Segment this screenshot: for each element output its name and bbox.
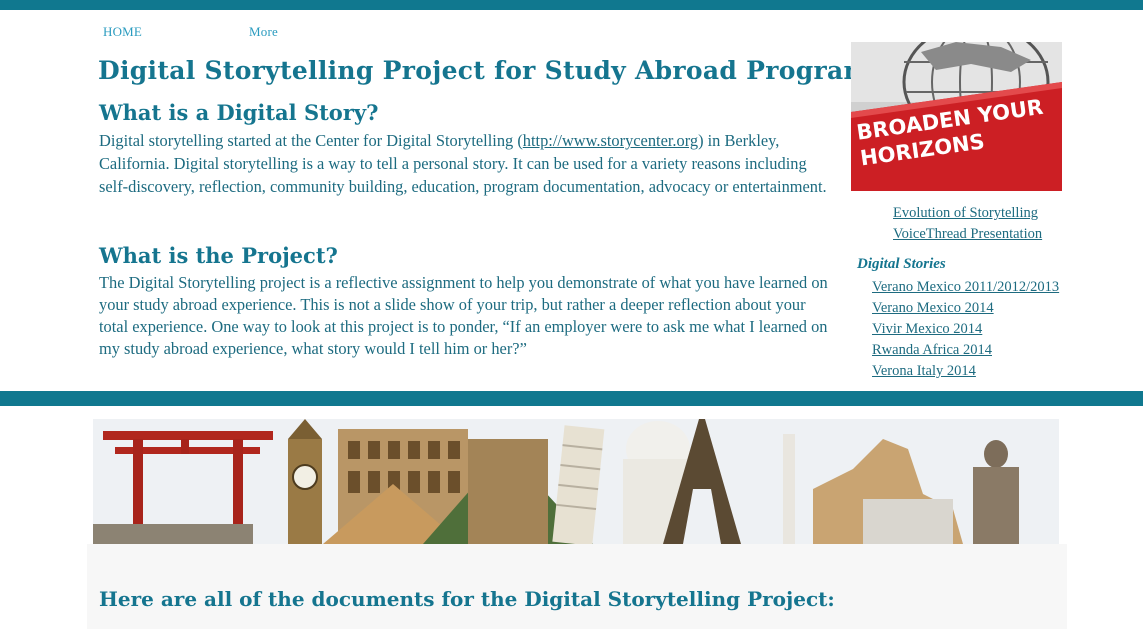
what-is-project-text: The Digital Storytelling project is a re…: [99, 273, 828, 358]
voicethread-presentation-link[interactable]: VoiceThread Presentation: [893, 224, 1042, 245]
landmarks-collage: [93, 419, 1059, 544]
section-divider-band: [0, 391, 1143, 406]
what-is-digital-story-text: Digital storytelling started at the Cent…: [99, 129, 834, 198]
story-link-verona-italy-2014[interactable]: Verona Italy 2014: [872, 361, 1059, 382]
story-link-verano-mexico-2014[interactable]: Verano Mexico 2014: [872, 298, 1059, 319]
story-link-vivir-mexico-2014[interactable]: Vivir Mexico 2014: [872, 319, 1059, 340]
ruins-icon: [863, 499, 953, 544]
story-text-before: Digital storytelling started at the Cent…: [99, 131, 523, 150]
story-link-verano-mexico-2011-2013[interactable]: Verano Mexico 2011/2012/2013: [872, 277, 1059, 298]
nav-home-link[interactable]: HOME: [103, 24, 142, 40]
what-is-digital-story-heading: What is a Digital Story?: [99, 100, 379, 125]
nav-more-link[interactable]: More: [249, 24, 278, 40]
documents-panel: Here are all of the documents for the Di…: [87, 544, 1067, 629]
minaret-icon: [783, 434, 795, 544]
digital-stories-list: Verano Mexico 2011/2012/2013 Verano Mexi…: [872, 277, 1059, 382]
broaden-horizons-image: BROADEN YOUR HORIZONS: [851, 42, 1062, 191]
top-accent-bar: [0, 0, 1143, 10]
big-ben-icon: [288, 419, 322, 544]
page-title: Digital Storytelling Project for Study A…: [98, 56, 885, 85]
sidebar-links: Evolution of Storytelling VoiceThread Pr…: [893, 203, 1042, 245]
building-icon: [468, 439, 548, 544]
world-landmarks-banner: [93, 419, 1059, 544]
what-is-project-heading: What is the Project?: [99, 243, 338, 268]
site-nav: HOME More: [0, 24, 1143, 42]
evolution-of-storytelling-link[interactable]: Evolution of Storytelling: [893, 203, 1042, 224]
story-link-rwanda-africa-2014[interactable]: Rwanda Africa 2014: [872, 340, 1059, 361]
documents-heading: Here are all of the documents for the Di…: [99, 587, 835, 611]
storycenter-link[interactable]: http://www.storycenter.org: [523, 131, 698, 150]
digital-stories-heading: Digital Stories: [857, 256, 946, 272]
